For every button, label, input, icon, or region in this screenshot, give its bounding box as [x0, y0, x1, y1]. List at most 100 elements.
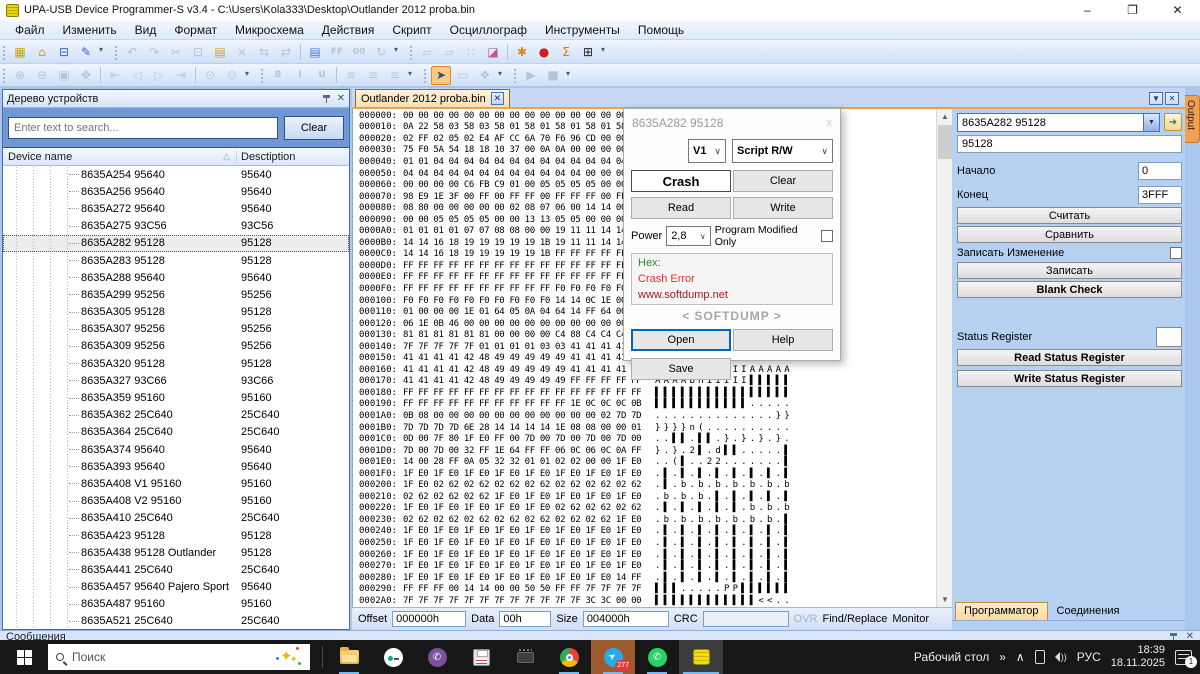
- status-register-box[interactable]: [1156, 327, 1182, 347]
- zoom-fit-icon[interactable]: ▣: [54, 66, 74, 85]
- hex-row[interactable]: 0001E0: 14 00 28 FF 0A 05 32 32 01 01 02…: [359, 456, 936, 468]
- menu-item[interactable]: Осциллограф: [441, 21, 536, 39]
- 8635A320 95128[interactable]: 8635A320 95128 95128: [3, 355, 349, 372]
- copilot-icon[interactable]: ✦✦: [276, 647, 302, 667]
- delete-icon[interactable]: ×: [232, 42, 252, 61]
- toolbar-icon[interactable]: [513, 67, 518, 83]
- hex-row[interactable]: 000240: 1F E0 1F E0 1F E0 1F E0 1F E0 1F…: [359, 526, 936, 538]
- toolbar-icon[interactable]: [496, 66, 507, 85]
- zoom-out-icon[interactable]: ⊖: [32, 66, 52, 85]
- toolbar-icon[interactable]: [2, 44, 7, 60]
- cut-icon[interactable]: ✂: [166, 42, 186, 61]
- copy-icon[interactable]: ⊡: [188, 42, 208, 61]
- language-indicator[interactable]: РУС: [1077, 650, 1101, 664]
- write-change-checkbox[interactable]: [1170, 247, 1182, 259]
- align-center-icon[interactable]: ≡: [363, 66, 383, 85]
- size-value[interactable]: 004000h: [583, 611, 669, 627]
- hex-row[interactable]: 000200: 1F E0 02 62 02 62 02 62 02 62 02…: [359, 480, 936, 492]
- pin-icon[interactable]: [322, 94, 331, 103]
- 8635A272 95640[interactable]: 8635A272 95640 95640: [3, 200, 349, 217]
- hex-row[interactable]: 000230: 02 62 02 62 02 62 02 62 02 62 02…: [359, 514, 936, 526]
- menu-item[interactable]: Формат: [165, 21, 226, 39]
- crash-button[interactable]: Crash: [631, 170, 731, 192]
- 8635A282 95128[interactable]: 8635A282 95128 95128: [3, 235, 349, 252]
- stop-icon[interactable]: ■: [543, 66, 563, 85]
- close-panel-icon[interactable]: ✕: [337, 94, 345, 103]
- toolbar-icon[interactable]: [392, 42, 403, 61]
- help-button[interactable]: Help: [733, 329, 833, 351]
- hex-row[interactable]: 0001A0: 0B 08 00 00 00 00 00 00 00 00 00…: [359, 410, 936, 422]
- device-select-combo[interactable]: 8635A282 95128 ▼: [957, 113, 1160, 132]
- 8635A359 95160[interactable]: 8635A359 95160 95160: [3, 389, 349, 406]
- toolbar-icon[interactable]: [406, 66, 417, 85]
- eraser-icon[interactable]: ◪: [483, 42, 503, 61]
- 8635A305 95128[interactable]: 8635A305 95128 95128: [3, 304, 349, 321]
- 8635A408 V2 95160[interactable]: 8635A408 V2 95160 95160: [3, 493, 349, 510]
- blank-check-button[interactable]: Blank Check: [957, 281, 1182, 298]
- hex-row[interactable]: 000260: 1F E0 1F E0 1F E0 1F E0 1F E0 1F…: [359, 549, 936, 561]
- paste-icon[interactable]: ▤: [210, 42, 230, 61]
- clock[interactable]: 18:39 18.11.2025: [1111, 644, 1165, 670]
- data-value[interactable]: 00h: [499, 611, 551, 627]
- run-icon[interactable]: ▶: [521, 66, 541, 85]
- 8635A254 95640[interactable]: 8635A254 95640 95640: [3, 166, 349, 183]
- forward-icon[interactable]: ⊙: [222, 66, 242, 85]
- italic-icon[interactable]: I: [290, 66, 310, 85]
- taskbar-search[interactable]: Поиск ✦✦: [48, 644, 310, 670]
- last-icon[interactable]: ⇥: [171, 66, 191, 85]
- hex-row[interactable]: 000180: FF FF FF FF FF FF FF FF FF FF FF…: [359, 387, 936, 399]
- offset-value[interactable]: 000000h: [392, 611, 466, 627]
- volume-icon[interactable]: )): [1055, 652, 1067, 662]
- cursor-icon[interactable]: ➤: [431, 66, 451, 85]
- document-tab[interactable]: Outlander 2012 proba.bin ✕: [355, 89, 510, 107]
- toolbar-icon[interactable]: [564, 66, 575, 85]
- write-chip-button[interactable]: Записать: [957, 262, 1182, 279]
- 8635A364 25C640[interactable]: 8635A364 25C640 25C640: [3, 424, 349, 441]
- 8635A275 93C56[interactable]: 8635A275 93C56 93C56: [3, 218, 349, 235]
- close-document-icon[interactable]: ✕: [1165, 92, 1179, 105]
- underline-icon[interactable]: U: [312, 66, 332, 85]
- read-status-register-button[interactable]: Read Status Register: [957, 349, 1182, 366]
- menu-item[interactable]: Действия: [313, 21, 384, 39]
- script-combo[interactable]: Script R/W∨: [732, 139, 833, 163]
- version-combo[interactable]: V1∨: [688, 139, 726, 163]
- 8635A393 95640[interactable]: 8635A393 95640 95640: [3, 458, 349, 475]
- 8635A487 95160[interactable]: 8635A487 95160 95160: [3, 596, 349, 613]
- options-icon[interactable]: ✱: [512, 42, 532, 61]
- program-modified-checkbox[interactable]: [821, 230, 833, 242]
- start-button[interactable]: [0, 640, 48, 674]
- menu-item[interactable]: Файл: [6, 21, 54, 39]
- select-icon[interactable]: ▭: [453, 66, 473, 85]
- page2-icon[interactable]: ▱: [439, 42, 459, 61]
- write-status-register-button[interactable]: Write Status Register: [957, 370, 1182, 387]
- 8635A299 95256[interactable]: 8635A299 95256 95256: [3, 286, 349, 303]
- toolbar-icon[interactable]: [114, 44, 119, 60]
- scroll-down-icon[interactable]: ▼: [937, 592, 953, 607]
- toolbar-icon[interactable]: [507, 44, 508, 60]
- save-as-icon[interactable]: ✎: [76, 42, 96, 61]
- open-dump-icon[interactable]: ➜: [1164, 113, 1182, 131]
- 8635A256 95640[interactable]: 8635A256 95640 95640: [3, 183, 349, 200]
- clear-button[interactable]: Clear: [733, 170, 833, 192]
- close-button[interactable]: ✕: [1155, 0, 1200, 20]
- toolbar-icon[interactable]: [97, 42, 108, 61]
- softdump-url[interactable]: www.softdump.net: [638, 289, 826, 301]
- column-device-name[interactable]: Device name △: [3, 151, 237, 163]
- redo-icon[interactable]: ↷: [144, 42, 164, 61]
- save-button[interactable]: Save: [631, 358, 731, 380]
- align-left-icon[interactable]: ≡: [341, 66, 361, 85]
- hex-row[interactable]: 000190: FF FF FF FF FF FF FF FF FF FF FF…: [359, 399, 936, 411]
- toolbar-icon[interactable]: [409, 44, 414, 60]
- target-icon[interactable]: ❖: [475, 66, 495, 85]
- toolbar-icon[interactable]: [2, 67, 7, 83]
- menu-item[interactable]: Изменить: [54, 21, 126, 39]
- network-icon[interactable]: ⊞: [578, 42, 598, 61]
- hex-row[interactable]: 0001F0: 1F E0 1F E0 1F E0 1F E0 1F E0 1F…: [359, 468, 936, 480]
- find-icon[interactable]: ⇆: [254, 42, 274, 61]
- bold-icon[interactable]: B: [268, 66, 288, 85]
- dialog-title-bar[interactable]: 8635A282 95128 x: [624, 109, 840, 137]
- tab-list-dropdown-icon[interactable]: ▼: [1149, 92, 1163, 105]
- hex-row[interactable]: 0001B0: 7D 7D 7D 7D 6E 28 14 14 14 14 1E…: [359, 422, 936, 434]
- tab-programmer[interactable]: Программатор: [955, 602, 1048, 620]
- white-circle-app-icon[interactable]: [371, 640, 415, 674]
